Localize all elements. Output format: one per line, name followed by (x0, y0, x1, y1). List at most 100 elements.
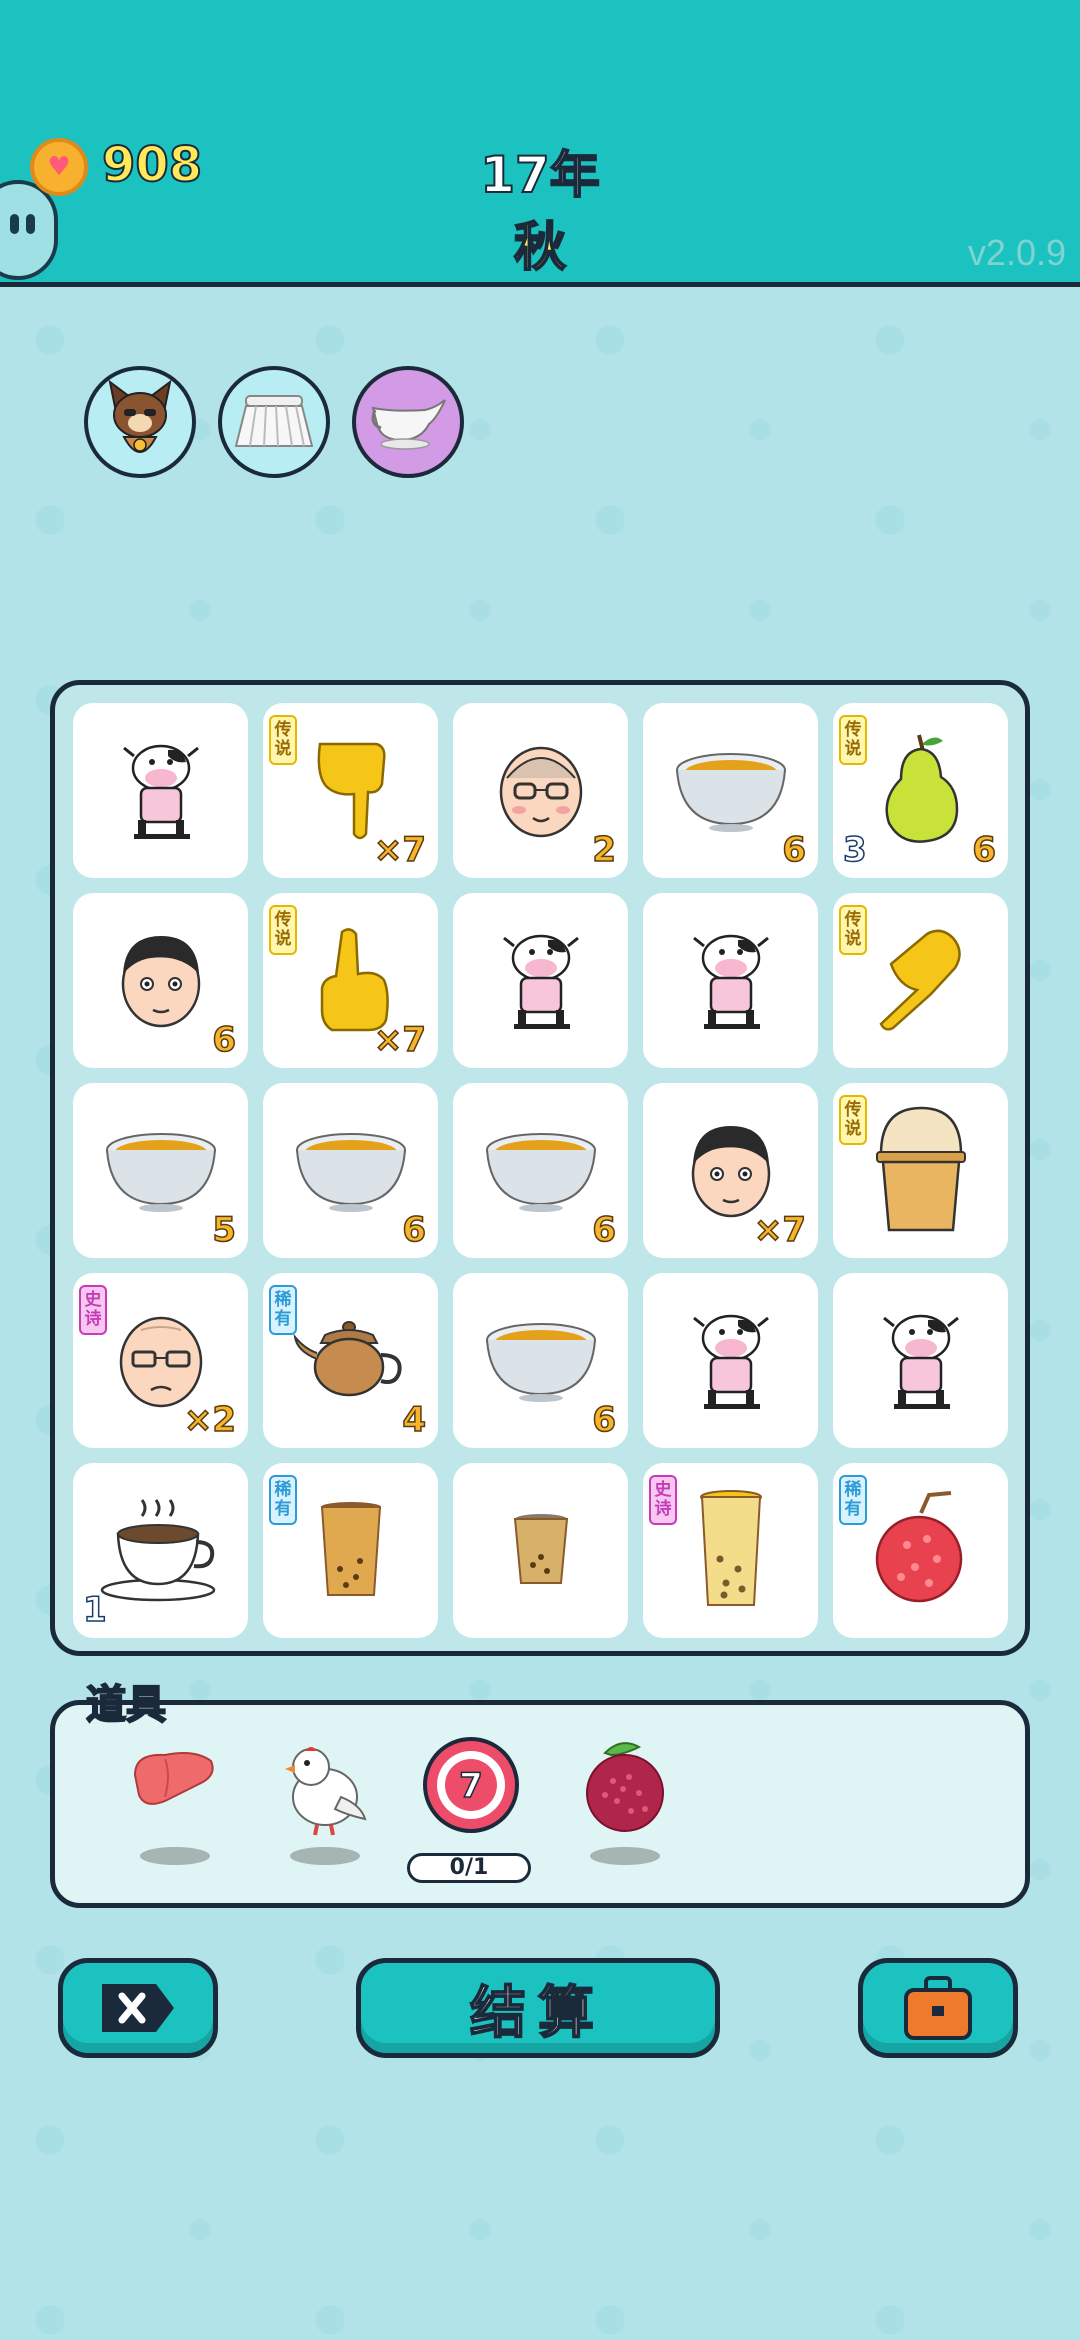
prop-shadow (140, 1847, 210, 1865)
coffee-cup-icon (96, 1494, 226, 1608)
board-cell[interactable]: 史诗 ×2 (73, 1273, 248, 1448)
cow-icon (116, 734, 206, 848)
small-milk-tea-cup-icon (511, 1509, 571, 1593)
rarity-badge: 史诗 (79, 1285, 107, 1335)
tall-milk-tea-cup-icon (696, 1489, 766, 1613)
item-board: 传说 ×7 2 6 传说 6 3 6 传说 ×7 传说 5 6 6 ×7 传说 史诗 ×2 稀有 4 6 1 稀有 史诗 稀有 (50, 680, 1030, 1656)
old-man-glasses-face-icon (491, 734, 591, 848)
board-cell[interactable]: 稀有 (263, 1463, 438, 1638)
board-cell[interactable]: 6 (453, 1083, 628, 1258)
target-seven-icon: 7 (423, 1737, 519, 1833)
cell-quantity: 6 (592, 1399, 617, 1441)
target-value: 7 (459, 1766, 483, 1806)
rarity-badge: 传说 (839, 1095, 867, 1145)
soup-bowl-icon (101, 1124, 221, 1218)
rarity-badge: 传说 (839, 715, 867, 765)
version-label: v2.0.9 (967, 232, 1066, 273)
board-cell[interactable]: 6 (643, 703, 818, 878)
board-cell[interactable] (73, 703, 248, 878)
soup-bowl-icon (671, 744, 791, 838)
top-item-skirt[interactable] (218, 366, 330, 478)
cell-quantity: 4 (402, 1399, 427, 1441)
cell-left-count: 1 (82, 1589, 107, 1631)
top-bar: ♥ 908 17年 秋 v2.0.9 (0, 0, 1080, 287)
top-item-gravy-boat[interactable] (352, 366, 464, 478)
season-label: 秋 (513, 217, 567, 279)
liver-icon (133, 1752, 214, 1805)
board-cell[interactable]: 稀有 (833, 1463, 1008, 1638)
board-cell[interactable] (453, 893, 628, 1068)
props-panel: 7 0/1 (50, 1700, 1030, 1908)
close-button[interactable] (58, 1958, 218, 2058)
avatar-eye-icon (10, 214, 19, 234)
board-cell[interactable]: 6 (263, 1083, 438, 1258)
rarity-badge: 稀有 (839, 1475, 867, 1525)
board-cell[interactable]: 稀有 4 (263, 1273, 438, 1448)
prop-shadow (590, 1847, 660, 1865)
board-cell[interactable]: 5 (73, 1083, 248, 1258)
soup-bowl-icon (291, 1124, 411, 1218)
cell-quantity: ×7 (373, 829, 427, 871)
cell-quantity: 6 (972, 829, 997, 871)
pointing-diagonal-hand-icon (871, 924, 971, 1038)
board-cell[interactable] (643, 893, 818, 1068)
board-cell[interactable]: 传说 6 3 (833, 703, 1008, 878)
board-cell[interactable]: 6 (73, 893, 248, 1068)
board-cell[interactable]: ×7 (643, 1083, 818, 1258)
bag-button[interactable] (858, 1958, 1018, 2058)
soup-bowl-icon (481, 1314, 601, 1408)
cell-quantity: 2 (592, 829, 617, 871)
briefcase-icon (904, 1976, 972, 2040)
cow-icon (686, 1304, 776, 1418)
board-cell[interactable]: 1 (73, 1463, 248, 1638)
coin-icon: ♥ (30, 138, 88, 196)
skirt-icon (234, 395, 314, 447)
rarity-badge: 传说 (269, 715, 297, 765)
board-cell[interactable] (643, 1273, 818, 1448)
settle-button[interactable]: 结算 (356, 1958, 720, 2058)
props-title: 道具 (85, 1681, 167, 1729)
top-item-cat[interactable] (84, 366, 196, 478)
dome-cup-icon (871, 1104, 971, 1238)
board-cell[interactable] (453, 1463, 628, 1638)
year-label: 17年 (479, 145, 601, 205)
rarity-badge: 稀有 (269, 1285, 297, 1335)
settle-label: 结算 (469, 1980, 606, 2047)
white-bird-icon (285, 1747, 367, 1836)
soup-bowl-icon (481, 1124, 601, 1218)
prop-counter: 0/1 (407, 1853, 531, 1883)
cow-icon (496, 924, 586, 1038)
cow-icon (876, 1304, 966, 1418)
board-cell[interactable]: 传说 (833, 1083, 1008, 1258)
board-cell[interactable]: 传说 ×7 (263, 703, 438, 878)
lychee-icon (871, 1489, 971, 1613)
board-cell[interactable]: 2 (453, 703, 628, 878)
board-cell[interactable]: 史诗 (643, 1463, 818, 1638)
rarity-badge: 史诗 (649, 1475, 677, 1525)
cell-quantity: ×7 (753, 1209, 807, 1251)
cell-quantity: ×7 (373, 1019, 427, 1061)
milk-tea-cup-icon (316, 1499, 386, 1603)
pear-icon (871, 729, 971, 853)
prop-shadow (290, 1847, 360, 1865)
prop-liver[interactable] (115, 1735, 235, 1875)
gravy-boat-icon (371, 399, 446, 450)
rarity-badge: 稀有 (269, 1475, 297, 1525)
rarity-badge: 传说 (839, 905, 867, 955)
cell-quantity: 6 (782, 829, 807, 871)
prop-bayberry[interactable] (565, 1735, 685, 1875)
coins-value: 908 (101, 136, 203, 194)
board-cell[interactable]: 传说 ×7 (263, 893, 438, 1068)
avatar-eye-icon (26, 214, 35, 234)
board-cell[interactable]: 传说 (833, 893, 1008, 1068)
prop-bird[interactable] (265, 1735, 385, 1875)
rarity-badge: 传说 (269, 905, 297, 955)
board-cell[interactable]: 6 (453, 1273, 628, 1448)
bayberry-icon (586, 1742, 664, 1832)
cat-dog-icon (108, 379, 172, 453)
cell-quantity: 6 (212, 1019, 237, 1061)
cell-quantity: 6 (402, 1209, 427, 1251)
avatar[interactable] (0, 180, 58, 280)
teapot-icon (291, 1309, 411, 1413)
board-cell[interactable] (833, 1273, 1008, 1448)
